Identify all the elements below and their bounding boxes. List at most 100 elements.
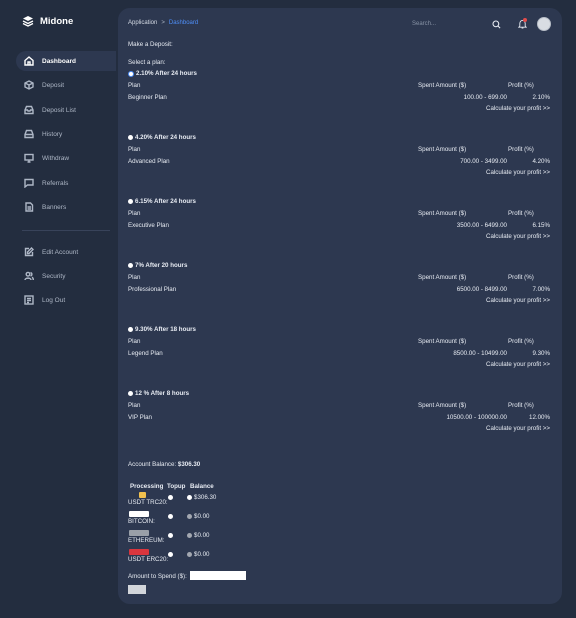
sidebar-item-history[interactable]: History	[16, 124, 116, 144]
plan-profit: 4.20%	[532, 158, 550, 165]
avatar[interactable]	[537, 17, 551, 31]
home-icon	[24, 56, 34, 66]
search-icon[interactable]	[492, 20, 501, 29]
plan-heading-text: 4.20% After 24 hours	[135, 134, 196, 141]
topup-radio[interactable]	[168, 552, 173, 557]
usdt-trc20-logo-icon	[139, 492, 146, 498]
processor-name: ETHEREUM:	[128, 537, 165, 544]
plan-col-label: Plan	[128, 210, 141, 217]
amount-to-spend-input[interactable]	[190, 571, 246, 580]
plan-block-legend: 9.30% After 18 hours Plan Spent Amount (…	[128, 326, 552, 374]
calculate-profit-link[interactable]: Calculate your profit >>	[486, 361, 550, 368]
plan-radio[interactable]	[128, 199, 133, 204]
plan-name: VIP Plan	[128, 414, 152, 421]
plan-radio[interactable]	[128, 70, 134, 77]
plan-block-beginner: 2.10% After 24 hours Plan Spent Amount (…	[128, 70, 552, 118]
processor-row-usdt-trc20: USDT TRC20: $306.30	[128, 492, 258, 510]
plan-range: 10500.00 - 100000.00	[446, 414, 507, 421]
sidebar-item-referrals[interactable]: Referrals	[16, 173, 116, 193]
plan-block-executive: 6.15% After 24 hours Plan Spent Amount (…	[128, 198, 552, 246]
submit-deposit-button[interactable]	[128, 585, 146, 594]
plan-heading[interactable]: 6.15% After 24 hours	[128, 198, 196, 205]
chat-icon	[24, 178, 34, 188]
balance-radio[interactable]	[187, 552, 192, 557]
plan-col-label: Plan	[128, 274, 141, 281]
account-balance-label: Account Balance:	[128, 461, 178, 468]
plan-profit: 9.30%	[532, 350, 550, 357]
calculate-profit-link[interactable]: Calculate your profit >>	[486, 297, 550, 304]
sidebar-item-log-out[interactable]: Log Out	[16, 290, 116, 310]
calculate-profit-link[interactable]: Calculate your profit >>	[486, 169, 550, 176]
processor-balance: $0.00	[194, 513, 210, 520]
plan-range: 8500.00 - 10499.00	[453, 350, 507, 357]
sidebar-item-dashboard[interactable]: Dashboard	[16, 51, 116, 71]
processing-header: Processing	[130, 483, 164, 490]
plan-range: 3500.00 - 6499.00	[456, 222, 507, 229]
sidebar-item-deposit-list[interactable]: Deposit List	[16, 100, 116, 120]
plan-name: Advanced Plan	[128, 158, 170, 165]
main-panel: Application > Dashboard Search... Make a D…	[118, 8, 562, 604]
sidebar-item-label: Log Out	[42, 296, 66, 304]
spent-col-label: Spent Amount ($)	[418, 274, 467, 281]
logout-icon	[24, 295, 34, 305]
calculate-profit-link[interactable]: Calculate your profit >>	[486, 425, 550, 432]
sidebar-item-edit-account[interactable]: Edit Account	[16, 242, 116, 262]
balance-radio[interactable]	[187, 514, 192, 519]
topup-radio[interactable]	[168, 533, 173, 538]
brand[interactable]: Midone	[22, 15, 73, 27]
plan-heading[interactable]: 2.10% After 24 hours	[128, 70, 197, 77]
notification-dot	[523, 18, 527, 22]
plan-radio[interactable]	[128, 135, 133, 140]
calculate-profit-link[interactable]: Calculate your profit >>	[486, 233, 550, 240]
plan-name: Executive Plan	[128, 222, 169, 229]
breadcrumb-separator: >	[161, 20, 165, 26]
balance-header: Balance	[190, 483, 214, 490]
plan-radio[interactable]	[128, 327, 133, 332]
sidebar-item-label: Banners	[42, 203, 67, 211]
topup-radio[interactable]	[168, 514, 173, 519]
sidebar-item-withdraw[interactable]: Withdraw	[16, 148, 116, 168]
processor-balance: $0.00	[194, 532, 210, 539]
plan-col-label: Plan	[128, 338, 141, 345]
sidebar-divider	[22, 230, 110, 231]
plan-heading[interactable]: 7% After 20 hours	[128, 262, 187, 269]
search-input[interactable]: Search...	[410, 18, 502, 31]
plan-block-vip: 12 % After 8 hours Plan Spent Amount ($)…	[128, 390, 552, 438]
processor-row-usdt-erc20: USDT ERC20: $0.00	[128, 549, 258, 567]
spent-col-label: Spent Amount ($)	[418, 82, 467, 89]
sidebar-item-label: Deposit	[42, 81, 65, 89]
breadcrumb-item-application[interactable]: Application	[128, 20, 157, 26]
sidebar-item-deposit[interactable]: Deposit	[16, 75, 116, 95]
select-plan-label: Select a plan:	[128, 59, 166, 66]
profit-col-label: Profit (%)	[508, 146, 534, 153]
sidebar-item-label: Security	[42, 272, 66, 280]
breadcrumb-item-dashboard[interactable]: Dashboard	[169, 20, 198, 26]
processor-row-ethereum: ETHEREUM: $0.00	[128, 530, 258, 548]
plan-radio[interactable]	[128, 391, 133, 396]
amount-to-spend-label: Amount to Spend ($):	[128, 573, 187, 580]
topup-radio[interactable]	[168, 495, 173, 500]
brand-name: Midone	[40, 15, 74, 27]
plan-name: Beginner Plan	[128, 94, 167, 101]
plan-range: 6500.00 - 8499.00	[456, 286, 507, 293]
plan-heading-text: 12 % After 8 hours	[135, 390, 190, 397]
account-balance: Account Balance: $306.30	[128, 461, 200, 468]
balance-radio[interactable]	[187, 533, 192, 538]
plan-radio[interactable]	[128, 263, 133, 268]
plan-block-professional: 7% After 20 hours Plan Spent Amount ($) …	[128, 262, 552, 310]
calculate-profit-link[interactable]: Calculate your profit >>	[486, 105, 550, 112]
plan-heading[interactable]: 12 % After 8 hours	[128, 390, 189, 397]
plan-heading[interactable]: 9.30% After 18 hours	[128, 326, 196, 333]
balance-radio[interactable]	[187, 495, 192, 500]
sidebar-item-security[interactable]: Security	[16, 266, 116, 286]
processor-balance: $306.30	[194, 494, 217, 501]
plan-profit: 6.15%	[532, 222, 550, 229]
plan-profit: 2.10%	[532, 94, 550, 101]
plan-heading[interactable]: 4.20% After 24 hours	[128, 134, 196, 141]
account-balance-value: $306.30	[177, 461, 201, 468]
plan-heading-text: 9.30% After 18 hours	[135, 326, 196, 333]
plan-heading-text: 2.10% After 24 hours	[136, 70, 197, 77]
users-icon	[24, 271, 34, 281]
sidebar-item-banners[interactable]: Banners	[16, 197, 116, 217]
profit-col-label: Profit (%)	[508, 338, 534, 345]
